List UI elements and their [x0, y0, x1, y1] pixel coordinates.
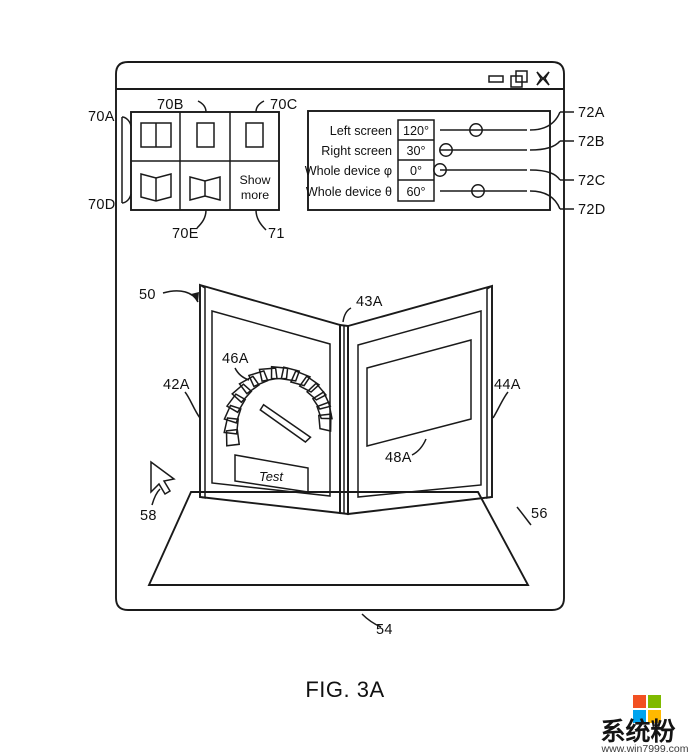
ref-50-arrowhead — [191, 292, 199, 302]
test-button-label: Test — [259, 469, 284, 484]
window-controls[interactable] — [488, 70, 550, 88]
ref-72D: 72D — [578, 202, 606, 218]
control-row-left-screen[interactable]: Left screen 120° — [330, 123, 527, 138]
gauge-widget — [223, 365, 333, 447]
close-icon[interactable] — [536, 71, 550, 86]
control-row-whole-device-theta[interactable]: Whole device θ 60° — [306, 184, 527, 199]
show-more-label-line1: Show — [240, 173, 271, 187]
figure-caption: FIG. 3A — [305, 677, 384, 702]
watermark: 系统粉 www.win7999.com — [600, 695, 689, 754]
ref-48A: 48A — [385, 450, 412, 466]
patent-figure-3a: Show more Left screen 120° Right screen — [0, 0, 700, 754]
video-content-area — [366, 339, 472, 447]
ref-43A: 43A — [356, 294, 383, 310]
control-row-right-screen[interactable]: Right screen 30° — [321, 143, 527, 158]
restore-icon[interactable] — [510, 70, 528, 88]
thumbnail-cell-show-more[interactable]: Show more — [240, 173, 271, 202]
thumbnail-cell-70A[interactable] — [140, 122, 172, 148]
ref-71: 71 — [268, 226, 285, 242]
minimize-icon[interactable] — [488, 75, 504, 83]
control-label-left-screen: Left screen — [330, 124, 392, 138]
ref-44A: 44A — [494, 377, 521, 393]
thumbnail-cell-70C[interactable] — [245, 122, 264, 148]
control-value-right-screen: 30° — [406, 144, 425, 158]
thumbnail-cell-70E[interactable] — [189, 176, 221, 201]
control-label-whole-device-theta: Whole device θ — [306, 185, 392, 199]
show-more-label-line2: more — [241, 188, 269, 202]
ref-70A: 70A — [88, 109, 115, 125]
control-label-right-screen: Right screen — [321, 144, 392, 158]
ref-58: 58 — [140, 508, 157, 524]
ref-70E: 70E — [172, 226, 199, 242]
cursor-pointer — [150, 460, 176, 496]
ref-70B: 70B — [157, 97, 184, 113]
control-value-left-screen: 120° — [403, 124, 429, 138]
logo-square-top-left — [633, 695, 646, 708]
control-value-whole-device-phi: 0° — [410, 164, 422, 178]
watermark-brand: 系统粉 — [600, 717, 675, 746]
thumbnail-panel: Show more — [130, 111, 280, 211]
logo-square-top-right — [648, 695, 661, 708]
device-base — [147, 491, 530, 586]
watermark-url: www.win7999.com — [601, 743, 689, 754]
gauge-segments — [223, 365, 333, 447]
ref-42A: 42A — [163, 377, 190, 393]
thumbnail-cell-70B[interactable] — [196, 122, 215, 148]
control-row-whole-device-phi[interactable]: Whole device φ 0° — [305, 163, 527, 178]
ref-70C: 70C — [270, 97, 298, 113]
control-value-whole-device-theta: 60° — [406, 185, 425, 199]
ref-72C: 72C — [578, 173, 606, 189]
control-label-whole-device-phi: Whole device φ — [305, 164, 392, 178]
ref-72B: 72B — [578, 134, 605, 150]
device-hinge — [339, 323, 349, 516]
ref-54: 54 — [376, 622, 393, 638]
thumbnail-cell-70D[interactable] — [140, 173, 172, 202]
ref-50: 50 — [139, 287, 156, 303]
gauge-needle — [259, 403, 312, 443]
ref-72A: 72A — [578, 105, 605, 121]
reference-numerals: 70A 70D 70B 70C 70E 71 72A 72B 72C 72D 5… — [88, 97, 606, 638]
control-panel: Left screen 120° Right screen 30° Whole … — [305, 110, 551, 211]
ref-56: 56 — [531, 506, 548, 522]
ref-70D: 70D — [88, 197, 116, 213]
ref-46A: 46A — [222, 351, 249, 367]
